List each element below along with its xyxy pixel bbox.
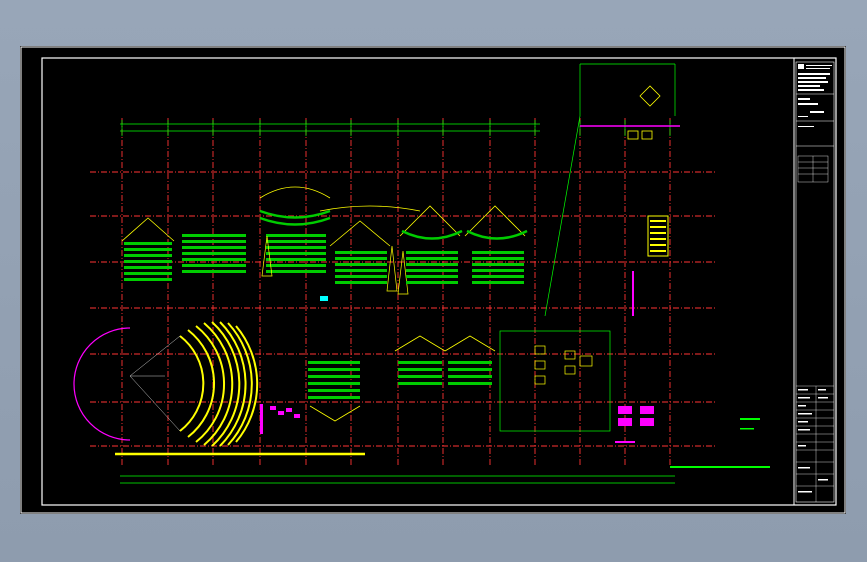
hall-5	[308, 361, 361, 422]
cad-drawing-canvas	[20, 46, 846, 514]
stair-core	[647, 215, 669, 257]
hall-4	[399, 205, 528, 284]
magenta-details	[260, 271, 654, 443]
cad-drawing-viewport[interactable]	[20, 46, 846, 514]
hall-3	[319, 205, 421, 295]
hall-1	[121, 217, 246, 281]
company-logo	[798, 64, 832, 127]
service-area	[499, 115, 611, 432]
top-right-core	[580, 85, 680, 140]
hall-2	[259, 186, 331, 277]
auditorium	[73, 321, 259, 447]
hall-6	[394, 335, 496, 385]
title-block	[793, 58, 835, 505]
stage-lines	[129, 335, 181, 432]
small-table	[797, 155, 829, 183]
revision-table	[796, 385, 834, 502]
